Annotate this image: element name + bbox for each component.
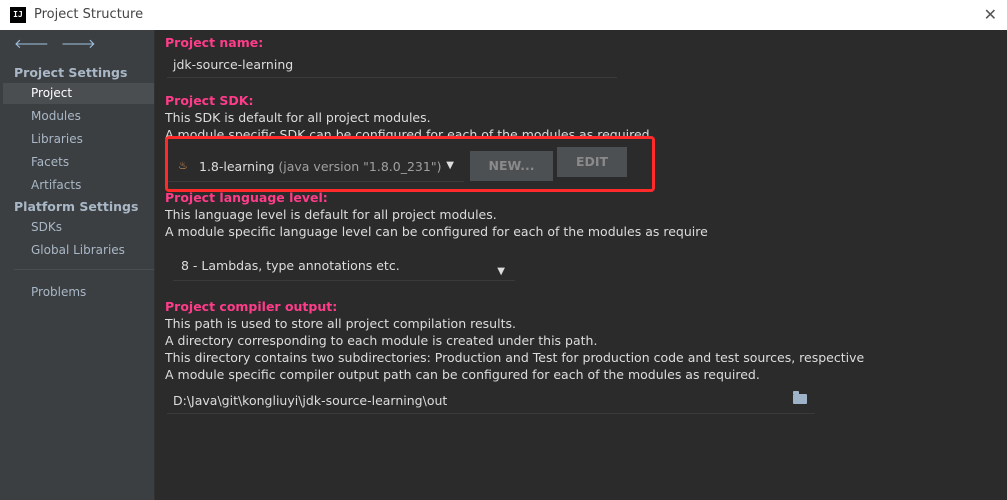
- sidebar-item-project[interactable]: Project: [3, 83, 154, 104]
- sidebar-item-libraries[interactable]: Libraries: [3, 129, 154, 150]
- project-sdk-desc-1: This SDK is default for all project modu…: [165, 110, 431, 125]
- project-name-label: Project name:: [165, 35, 264, 50]
- language-level-desc-1: This language level is default for all p…: [165, 207, 497, 222]
- sidebar-divider: [14, 269, 154, 270]
- sidebar-item-global-libraries[interactable]: Global Libraries: [3, 240, 154, 261]
- folder-icon[interactable]: [793, 391, 807, 404]
- language-level-dropdown[interactable]: 8 - Lambdas, type annotations etc. ▼: [173, 253, 515, 281]
- window-title: Project Structure: [34, 7, 144, 22]
- language-level-label: Project language level:: [165, 190, 328, 205]
- sdk-edit-button[interactable]: EDIT: [557, 147, 627, 177]
- sidebar-item-problems[interactable]: Problems: [3, 282, 154, 303]
- compiler-output-desc-1: This path is used to store all project c…: [165, 316, 516, 331]
- title-bar: IJ Project Structure ✕: [0, 0, 1007, 30]
- nav-arrows: 🡐 🡒: [14, 36, 108, 52]
- sidebar-item-artifacts[interactable]: Artifacts: [3, 175, 154, 196]
- chevron-down-icon: ▼: [446, 160, 454, 171]
- compiler-output-desc-3: This directory contains two subdirectori…: [165, 350, 865, 365]
- chevron-down-icon: ▼: [497, 266, 505, 277]
- project-sdk-label: Project SDK:: [165, 93, 254, 108]
- language-level-value: 8 - Lambdas, type annotations etc.: [181, 258, 400, 273]
- forward-arrow-icon[interactable]: 🡒: [61, 37, 96, 52]
- java-cup-icon: ♨: [178, 159, 188, 172]
- compiler-output-desc-2: A directory corresponding to each module…: [165, 333, 598, 348]
- sdk-name: 1.8-learning: [199, 159, 275, 174]
- back-arrow-icon[interactable]: 🡐: [14, 37, 49, 52]
- main-panel: Project name: jdk-source-learning Projec…: [155, 30, 1007, 500]
- sdk-new-button[interactable]: NEW...: [470, 151, 553, 181]
- sdk-version: (java version "1.8.0_231"): [278, 159, 442, 174]
- project-sdk-desc-2: A module specific SDK can be configured …: [165, 127, 654, 139]
- intellij-app-icon: IJ: [10, 7, 26, 23]
- project-name-input[interactable]: jdk-source-learning: [167, 52, 617, 78]
- compiler-output-desc-4: A module specific compiler output path c…: [165, 367, 760, 382]
- sidebar-item-sdks[interactable]: SDKs: [3, 217, 154, 238]
- project-settings-header: Project Settings: [14, 65, 128, 80]
- sdk-dropdown[interactable]: ♨ 1.8-learning (java version "1.8.0_231"…: [168, 151, 464, 182]
- close-button[interactable]: ✕: [984, 5, 997, 24]
- platform-settings-header: Platform Settings: [14, 199, 139, 214]
- sidebar: 🡐 🡒 Project Settings Project Modules Libr…: [0, 30, 155, 500]
- compiler-output-path-input[interactable]: D:\Java\git\kongliuyi\jdk-source-learnin…: [167, 388, 815, 414]
- sidebar-item-facets[interactable]: Facets: [3, 152, 154, 173]
- compiler-output-label: Project compiler output:: [165, 299, 338, 314]
- compiler-output-path: D:\Java\git\kongliuyi\jdk-source-learnin…: [173, 393, 448, 408]
- language-level-desc-2: A module specific language level can be …: [165, 224, 708, 239]
- sidebar-item-modules[interactable]: Modules: [3, 106, 154, 127]
